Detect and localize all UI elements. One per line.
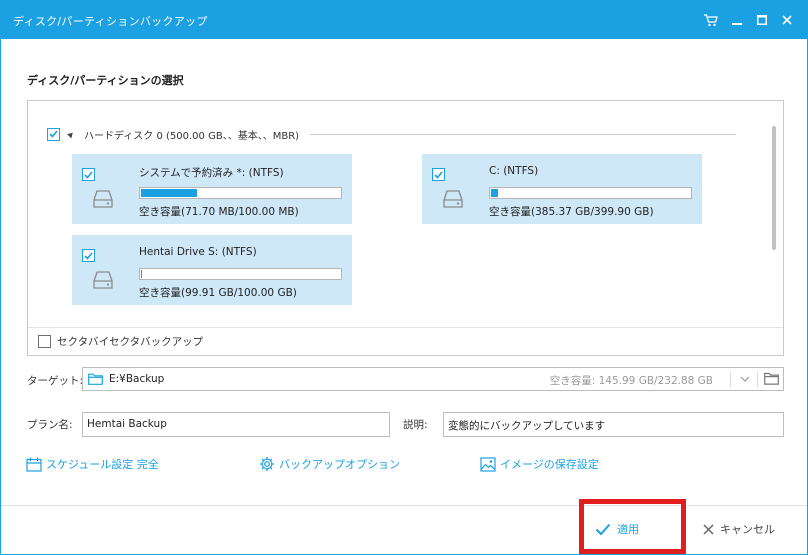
check-icon bbox=[595, 523, 611, 535]
apply-label: 適用 bbox=[617, 523, 639, 536]
gear-icon bbox=[260, 457, 274, 471]
disk-list: ハードディスク 0 (500.00 GB、、基本、、MBR) システムで予約済み… bbox=[28, 101, 783, 327]
sector-checkbox[interactable] bbox=[38, 335, 51, 348]
schedule-settings-link[interactable]: スケジュール設定 完全 bbox=[26, 456, 159, 472]
description-label: 説明: bbox=[403, 419, 428, 431]
sector-by-sector-option[interactable]: セクタバイセクタバックアップ bbox=[28, 327, 783, 355]
hard-drive-icon bbox=[92, 188, 114, 213]
usage-bar bbox=[139, 187, 342, 199]
image-save-settings-link[interactable]: イメージの保存設定 bbox=[480, 456, 599, 472]
footer-divider bbox=[1, 505, 807, 506]
folder-icon bbox=[88, 373, 103, 388]
maximize-icon[interactable] bbox=[752, 10, 772, 30]
minimize-icon[interactable] bbox=[727, 10, 747, 30]
close-x-icon bbox=[703, 523, 714, 535]
title-bar: ディスク/パーティションバックアップ bbox=[1, 1, 807, 39]
partition-free-space: 空き容量(385.37 GB/399.90 GB) bbox=[489, 206, 654, 218]
schedule-settings-label: スケジュール設定 完全 bbox=[46, 458, 159, 471]
chevron-down-icon[interactable] bbox=[739, 372, 751, 389]
disk-checkbox[interactable] bbox=[47, 127, 60, 141]
usage-bar-fill bbox=[491, 189, 498, 197]
plan-name-label: プラン名: bbox=[27, 419, 73, 431]
disk-label: ハードディスク 0 (500.00 GB、、基本、、MBR) bbox=[84, 130, 300, 142]
description-input[interactable]: 変態的にバックアップしています bbox=[443, 412, 784, 437]
calendar-icon bbox=[26, 457, 42, 472]
backup-window: ディスク/パーティションバックアップ ディスク/パーティションの選択 ハードディ… bbox=[0, 0, 808, 555]
partition-name: C: (NTFS) bbox=[489, 165, 539, 177]
partition-card-system-reserved[interactable]: システムで予約済み *: (NTFS) 空き容量(71.70 MB/100.00… bbox=[72, 154, 352, 224]
backup-options-label: バックアップオプション bbox=[279, 458, 400, 471]
partition-name: Hentai Drive S: (NTFS) bbox=[139, 246, 257, 258]
usage-bar-fill bbox=[141, 189, 197, 197]
disk-header[interactable]: ハードディスク 0 (500.00 GB、、基本、、MBR) bbox=[47, 127, 300, 142]
cart-icon[interactable] bbox=[701, 10, 721, 30]
partition-checkbox[interactable] bbox=[82, 249, 95, 262]
partition-card-hentai-drive[interactable]: Hentai Drive S: (NTFS) 空き容量(99.91 GB/100… bbox=[72, 235, 352, 305]
target-label: ターゲット: bbox=[27, 375, 84, 387]
cancel-button[interactable]: キャンセル bbox=[703, 514, 775, 544]
sector-label: セクタバイセクタバックアップ bbox=[57, 336, 204, 348]
partition-checkbox[interactable] bbox=[82, 168, 95, 181]
usage-bar-fill bbox=[141, 270, 142, 278]
window-title: ディスク/パーティションバックアップ bbox=[13, 15, 208, 28]
target-free-space: 空き容量: 145.99 GB/232.88 GB bbox=[549, 375, 713, 387]
divider bbox=[757, 371, 758, 387]
collapse-arrow-icon[interactable] bbox=[67, 130, 75, 138]
partition-card-c[interactable]: C: (NTFS) 空き容量(385.37 GB/399.90 GB) bbox=[422, 154, 702, 224]
disk-partition-panel: ハードディスク 0 (500.00 GB、、基本、、MBR) システムで予約済み… bbox=[27, 100, 784, 356]
plan-name-input[interactable]: Hemtai Backup bbox=[82, 412, 390, 437]
cancel-label: キャンセル bbox=[720, 523, 775, 536]
partition-name: システムで予約済み *: (NTFS) bbox=[139, 167, 284, 179]
divider bbox=[730, 371, 731, 387]
partition-checkbox[interactable] bbox=[432, 168, 445, 181]
close-icon[interactable] bbox=[777, 10, 797, 30]
usage-bar bbox=[139, 268, 342, 280]
browse-folder-icon[interactable] bbox=[764, 372, 779, 388]
apply-button[interactable]: 適用 bbox=[595, 514, 639, 544]
target-path: E:¥Backup bbox=[109, 373, 165, 385]
divider bbox=[310, 134, 736, 135]
image-icon bbox=[480, 456, 496, 472]
partition-free-space: 空き容量(99.91 GB/100.00 GB) bbox=[139, 287, 297, 299]
target-path-field[interactable]: E:¥Backup 空き容量: 145.99 GB/232.88 GB bbox=[82, 367, 784, 391]
section-title: ディスク/パーティションの選択 bbox=[27, 74, 184, 87]
image-save-settings-label: イメージの保存設定 bbox=[500, 458, 599, 471]
hard-drive-icon bbox=[442, 188, 464, 213]
hard-drive-icon bbox=[92, 269, 114, 294]
partition-free-space: 空き容量(71.70 MB/100.00 MB) bbox=[139, 206, 299, 218]
vertical-scrollbar[interactable] bbox=[772, 126, 776, 250]
usage-bar bbox=[489, 187, 692, 199]
backup-options-link[interactable]: バックアップオプション bbox=[259, 456, 400, 472]
